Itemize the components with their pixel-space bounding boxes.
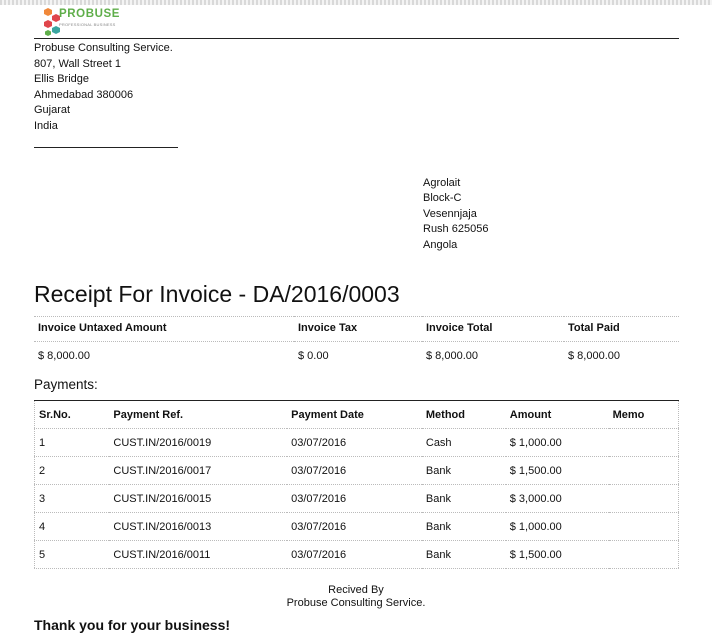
cell-payment-ref: CUST.IN/2016/0015 [109, 484, 288, 513]
header-sr-no: Sr.No. [34, 400, 110, 429]
header-memo: Memo [608, 400, 679, 429]
customer-address-line: Angola [423, 238, 458, 251]
cell-amount: $ 1,500.00 [505, 540, 609, 569]
cell-sr-no: 5 [34, 540, 110, 569]
payments-header-row: Sr.No. Payment Ref. Payment Date Method … [34, 400, 679, 429]
summary-untaxed-amount: $ 8,000.00 [38, 350, 90, 362]
cell-payment-ref: CUST.IN/2016/0013 [109, 512, 288, 541]
cell-sr-no: 2 [34, 456, 110, 485]
table-row: 3 CUST.IN/2016/0015 03/07/2016 Bank $ 3,… [34, 484, 679, 513]
address-divider [34, 147, 178, 148]
logo-tagline: PROFESSIONAL BUSINESS [59, 22, 116, 27]
customer-address: Agrolait Block-C Vesennjaja Rush 625056 … [423, 176, 488, 253]
cell-method: Bank [421, 512, 506, 541]
company-address-line: Gujarat [34, 104, 71, 117]
cell-sr-no: 3 [34, 484, 110, 513]
summary-tax-amount: $ 0.00 [298, 350, 329, 362]
cell-memo [608, 428, 679, 457]
cell-method: Bank [421, 540, 506, 569]
table-row: 4 CUST.IN/2016/0013 03/07/2016 Bank $ 1,… [34, 512, 679, 541]
cell-payment-date: 03/07/2016 [287, 484, 422, 513]
table-row: 1 CUST.IN/2016/0019 03/07/2016 Cash $ 1,… [34, 428, 679, 457]
cell-payment-date: 03/07/2016 [287, 456, 422, 485]
summary-header-paid: Total Paid [564, 316, 679, 342]
summary-header-untaxed: Invoice Untaxed Amount [34, 316, 294, 342]
payments-table: Sr.No. Payment Ref. Payment Date Method … [34, 400, 679, 569]
signature-block: Recived By Probuse Consulting Service. [0, 584, 712, 610]
company-name: Probuse Consulting Service. [34, 42, 173, 54]
receipt-title: Receipt For Invoice - DA/2016/0003 [34, 281, 400, 307]
header-method: Method [421, 400, 506, 429]
page-top-edge [0, 0, 712, 5]
cell-payment-ref: CUST.IN/2016/0019 [109, 428, 288, 457]
company-address-line: Ahmedabad 380006 [34, 88, 134, 101]
cell-method: Bank [421, 456, 506, 485]
cell-sr-no: 4 [34, 512, 110, 541]
cell-memo [608, 456, 679, 485]
summary-paid-amount: $ 8,000.00 [568, 350, 620, 362]
summary-value-row: $ 8,000.00 $ 0.00 $ 8,000.00 $ 8,000.00 [34, 342, 679, 369]
cell-method: Bank [421, 484, 506, 513]
cell-payment-date: 03/07/2016 [287, 540, 422, 569]
cell-payment-ref: CUST.IN/2016/0011 [109, 540, 288, 569]
cell-amount: $ 1,000.00 [505, 428, 609, 457]
cell-payment-date: 03/07/2016 [287, 512, 422, 541]
customer-name: Agrolait [423, 177, 461, 189]
summary-total-amount: $ 8,000.00 [426, 350, 478, 362]
cell-payment-ref: CUST.IN/2016/0017 [109, 456, 288, 485]
table-row: 2 CUST.IN/2016/0017 03/07/2016 Bank $ 1,… [34, 456, 679, 485]
cell-sr-no: 1 [34, 428, 110, 457]
header-amount: Amount [505, 400, 609, 429]
cell-memo [608, 512, 679, 541]
company-address-line: 807, Wall Street 1 [34, 57, 122, 70]
cell-amount: $ 1,500.00 [505, 456, 609, 485]
cell-memo [608, 540, 679, 569]
cell-payment-date: 03/07/2016 [287, 428, 422, 457]
summary-header-total: Invoice Total [422, 316, 564, 342]
customer-address-line: Vesennjaja [423, 207, 477, 220]
header-payment-date: Payment Date [287, 400, 422, 429]
cell-memo [608, 484, 679, 513]
company-address-line: India [34, 119, 58, 132]
cell-amount: $ 3,000.00 [505, 484, 609, 513]
company-address: Probuse Consulting Service. 807, Wall St… [34, 41, 173, 135]
summary-header-tax: Invoice Tax [294, 316, 422, 342]
company-address-line: Ellis Bridge [34, 73, 90, 86]
payments-heading: Payments: [34, 377, 98, 392]
cell-method: Cash [421, 428, 506, 457]
table-row: 5 CUST.IN/2016/0011 03/07/2016 Bank $ 1,… [34, 540, 679, 569]
header-divider [34, 38, 679, 39]
received-by-name: Probuse Consulting Service. [286, 597, 426, 609]
received-by-label: Recived By [328, 584, 384, 596]
logo-brand-text: PROBUSE [59, 8, 121, 20]
summary-header-row: Invoice Untaxed Amount Invoice Tax Invoi… [34, 316, 679, 342]
thank-you-note: Thank you for your business! [34, 617, 231, 633]
customer-address-line: Rush 625056 [423, 223, 489, 236]
cell-amount: $ 1,000.00 [505, 512, 609, 541]
invoice-summary-table: Invoice Untaxed Amount Invoice Tax Invoi… [34, 316, 679, 368]
customer-address-line: Block-C [423, 192, 462, 205]
header-payment-ref: Payment Ref. [109, 400, 288, 429]
